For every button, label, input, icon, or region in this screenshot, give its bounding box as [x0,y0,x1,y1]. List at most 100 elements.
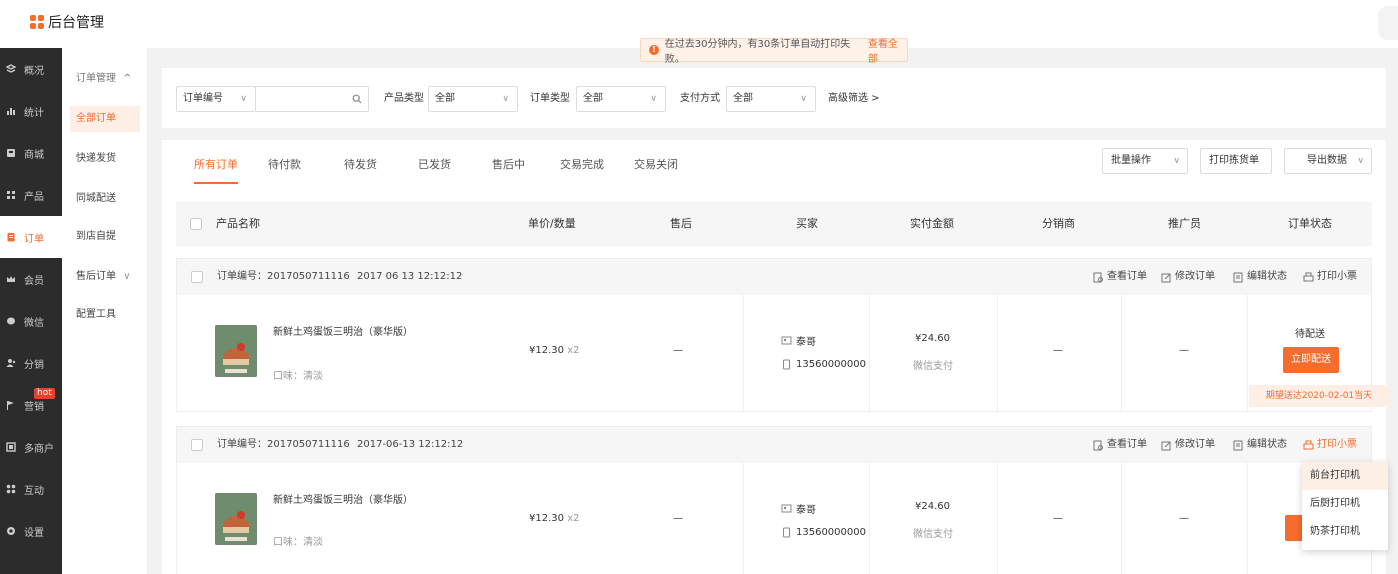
unit-price: ¥12.30 [529,513,564,524]
batch-action-select[interactable]: 批量操作 ∨ [1102,148,1188,174]
col-order-status: 订单状态 [1288,217,1332,230]
sidebar-item-label: 多商户 [24,443,54,455]
overview-icon [6,64,16,73]
order-checkbox[interactable] [191,439,203,451]
tab-pending-payment[interactable]: 待付款 [256,156,313,184]
main-sidebar: 概况 统计 商城 产品 订单 会员 微信 分销 hot 营销 多商户 互动 设置 [0,48,62,574]
product-type-select[interactable]: 全部 ∨ [428,86,518,112]
action-label: 打印小票 [1317,439,1357,450]
tab-label: 已发货 [418,158,451,171]
distributor-value: — [1053,513,1063,524]
edit-order-button[interactable]: 修改订单 [1161,259,1215,295]
action-label: 编辑状态 [1247,439,1287,450]
sidebar-item-label: 订单 [24,233,44,245]
search-input[interactable] [255,86,369,112]
sidebar-item-mall[interactable]: 商城 [0,132,62,174]
select-all-checkbox[interactable] [190,218,202,230]
paid-amount: ¥24.60 [915,501,950,512]
buyer-phone-row: 13560000000 [781,527,866,538]
price-qty: ¥12.30 x2 [529,345,579,356]
product-name[interactable]: 新鲜土鸡蛋饭三明治（豪华版） [273,491,413,506]
sidebar-item-overview[interactable]: 概况 [0,48,62,90]
product-flavor: 口味：清淡 [273,371,323,382]
chevron-up-icon: ^ [123,73,132,84]
chevron-down-icon: ∨ [800,94,807,104]
sidebar-item-settings[interactable]: 设置 [0,510,62,552]
distribution-icon [6,359,16,367]
print-receipt-button[interactable]: 打印小票 [1303,427,1357,463]
edit-order-button[interactable]: 修改订单 [1161,427,1215,463]
sidebar-item-label: 分销 [24,359,44,371]
sidebar-item-product[interactable]: 产品 [0,174,62,216]
subnav-item-express[interactable]: 快递发货 [70,146,140,172]
printer-icon [1303,272,1314,281]
interact-icon [6,484,16,494]
stats-icon [7,108,15,115]
subnav-item-pickup[interactable]: 到店自提 [70,224,140,250]
advanced-filter-link[interactable]: 高级筛选 > [828,86,880,112]
brand[interactable]: 后台管理 [30,12,104,32]
avatar[interactable] [1378,6,1398,40]
view-order-button[interactable]: 查看订单 [1093,427,1147,463]
action-label: 打印小票 [1317,271,1357,282]
export-data-button[interactable]: 导出数据 ∨ [1284,148,1372,174]
print-receipt-button[interactable]: 打印小票 [1303,259,1357,295]
column-divider [869,295,870,411]
order-field-select[interactable]: 订单编号 ∨ [176,86,256,112]
app-title: 后台管理 [48,15,104,31]
sidebar-item-label: 会员 [24,275,44,287]
product-name[interactable]: 新鲜土鸡蛋饭三明治（豪华版） [273,323,413,338]
print-picklist-button[interactable]: 打印拣货单 [1200,148,1272,174]
paid-amount: ¥24.60 [915,333,950,344]
action-label: 查看订单 [1107,439,1147,450]
sidebar-item-label: 微信 [24,317,44,329]
edit-status-button[interactable]: 编辑状态 [1233,259,1287,295]
product-thumbnail[interactable] [215,325,257,377]
sidebar-item-distribution[interactable]: 分销 [0,342,62,384]
sidebar-item-member[interactable]: 会员 [0,258,62,300]
sidebar-item-merchant[interactable]: 多商户 [0,426,62,468]
sidebar-item-label: 统计 [24,107,44,119]
sidebar-item-order[interactable]: 订单 [0,216,62,258]
subnav-item-all-orders[interactable]: 全部订单 [70,106,140,132]
col-after-sale: 售后 [670,217,692,230]
buyer-name-row: 泰哥 [781,333,816,348]
edit-status-button[interactable]: 编辑状态 [1233,427,1287,463]
product-thumbnail[interactable] [215,493,257,545]
sidebar-item-marketing[interactable]: hot 营销 [0,384,62,426]
subnav-group-after-sale[interactable]: 售后订单 ∨ [70,264,140,290]
chevron-down-icon: ∨ [650,94,657,104]
tab-after-sale[interactable]: 售后中 [480,156,537,184]
subnav-item-local-delivery[interactable]: 同城配送 [70,186,140,212]
column-divider [1247,295,1248,411]
subnav-item-config-tools[interactable]: 配置工具 [70,302,140,328]
menu-item-tea-printer[interactable]: 奶茶打印机 [1302,518,1388,546]
hot-badge: hot [34,388,55,399]
view-order-button[interactable]: 查看订单 [1093,259,1147,295]
column-divider [1247,463,1248,574]
tab-pending-shipment[interactable]: 待发货 [332,156,389,184]
print-picklist-label: 打印拣货单 [1209,155,1259,166]
subnav-group-order-management[interactable]: 订单管理 ^ [70,66,140,92]
search-icon[interactable] [352,94,362,104]
toast-view-all-link[interactable]: 查看全部 [868,35,907,65]
deliver-now-button[interactable]: 立即配送 [1283,347,1339,373]
order-type-select[interactable]: 全部 ∨ [576,86,666,112]
order-checkbox[interactable] [191,271,203,283]
buyer-name: 泰哥 [796,505,816,516]
phone-icon [783,359,790,370]
menu-item-kitchen-printer[interactable]: 后厨打印机 [1302,490,1388,518]
col-price-qty: 单价/数量 [528,217,576,230]
tab-all-orders[interactable]: 所有订单 [182,156,250,184]
tab-completed[interactable]: 交易完成 [548,156,616,184]
menu-item-front-printer[interactable]: 前台打印机 [1302,462,1388,490]
column-divider [1121,463,1122,574]
tab-shipped[interactable]: 已发货 [406,156,463,184]
quantity: x2 [567,513,580,524]
action-label: 查看订单 [1107,271,1147,282]
sidebar-item-wechat[interactable]: 微信 [0,300,62,342]
sidebar-item-interact[interactable]: 互动 [0,468,62,510]
tab-closed[interactable]: 交易关闭 [622,156,690,184]
sidebar-item-stats[interactable]: 统计 [0,90,62,132]
pay-method-select[interactable]: 全部 ∨ [726,86,816,112]
